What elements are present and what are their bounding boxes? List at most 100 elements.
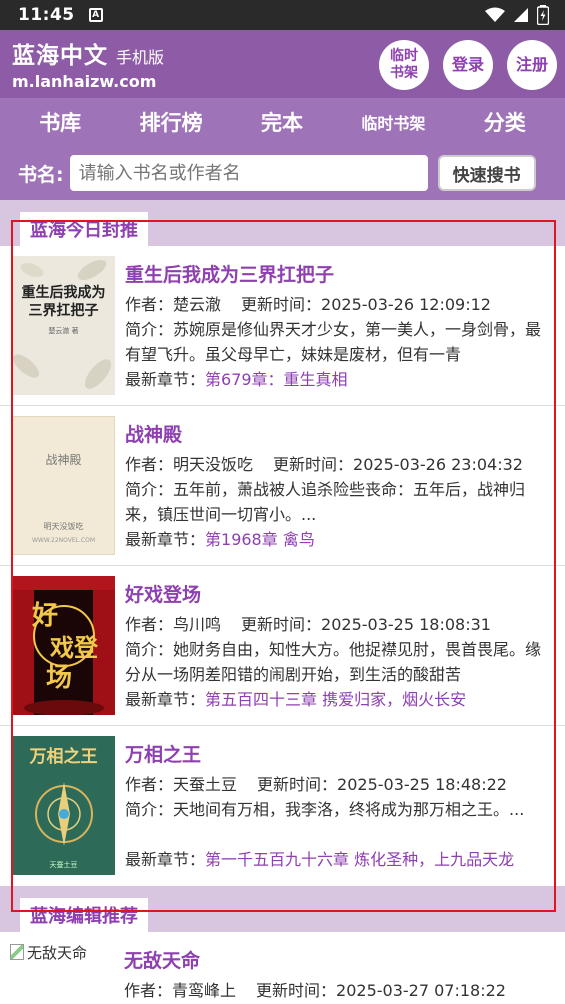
update-time: 2025-03-27 07:18:22 — [336, 981, 506, 1000]
nav-item-library[interactable]: 书库 — [39, 107, 81, 137]
book-meta: 作者：楚云澈 更新时间：2025-03-26 12:09:12 — [125, 292, 555, 317]
author-name: 天蚕土豆 — [173, 775, 238, 794]
site-domain: m.lanhaizw.com — [12, 72, 157, 91]
emblem-art — [35, 782, 93, 846]
site-header: 蓝海中文 手机版 m.lanhaizw.com 临时 书架 登录 注册 — [0, 30, 565, 98]
book-cover[interactable]: 万相之王 天蚕土豆 — [12, 736, 115, 875]
intro-label: 简介： — [125, 320, 174, 339]
section-title: 蓝海今日封推 — [20, 212, 148, 246]
latest-chapter-link[interactable]: 第五百四十三章 携爱归家，烟火长安 — [205, 690, 466, 709]
main-nav: 书库 排行榜 完本 临时书架 分类 — [0, 98, 565, 146]
book-meta: 作者：青鸾峰上 更新时间：2025-03-27 07:18:22 — [124, 978, 555, 1003]
site-brand[interactable]: 蓝海中文 手机版 m.lanhaizw.com — [12, 36, 164, 91]
update-label: 更新时间： — [241, 295, 322, 314]
update-time: 2025-03-25 18:48:22 — [337, 775, 507, 794]
update-time: 2025-03-26 12:09:12 — [321, 295, 491, 314]
cover-title: 战神殿 — [45, 453, 82, 467]
theater-art: 好 戏登 场 — [12, 576, 115, 715]
latest-chapter: 最新章节：第1968章 禽鸟 — [125, 527, 555, 552]
book-intro: 简介：五年前，萧战被人追杀险些丧命：五年后，战神归来，镇压世间一切宵小。... — [125, 477, 555, 527]
latest-chapter: 最新章节：第五百四十三章 携爱归家，烟火长安 — [125, 687, 555, 712]
author-name: 楚云澈 — [173, 295, 222, 314]
cover-author: 明天没饭吃 — [43, 522, 84, 531]
author-label: 作者： — [125, 775, 174, 794]
book-item[interactable]: 好 戏登 场 好戏登场 作者：鸟川鸣 更新时间：2025-03-25 18:08:… — [0, 566, 565, 726]
book-item[interactable]: 万相之王 天蚕土豆 万相之王 作者：天蚕土豆 更新时间：2025-03-25 18… — [0, 726, 565, 886]
author-label: 作者： — [125, 455, 174, 474]
temp-bookshelf-label: 临时 书架 — [390, 48, 418, 81]
book-item[interactable]: 战神殿 明天没饭吃 WWW.22NOVEL.COM 战神殿 作者：明天没饭吃 更新… — [0, 406, 565, 566]
book-title[interactable]: 无敌天命 — [124, 946, 555, 972]
intro-text: 天地间有万相，我李洛，终将成为那万相之王。... — [173, 800, 525, 819]
search-bar: 书名: 快速搜书 — [0, 146, 565, 200]
cover-author: 楚云澈 著 — [48, 327, 79, 335]
search-input[interactable] — [69, 155, 428, 191]
quick-search-button[interactable]: 快速搜书 — [437, 155, 536, 191]
cover-char: 好 — [31, 601, 58, 631]
intro-text: 她财务自由，知性大方。他捉襟见肘，畏首畏尾。缘分从一场阴差阳错的闹剧开始，到生活… — [125, 640, 542, 684]
latest-label: 最新章节： — [125, 690, 206, 709]
author-name: 鸟川鸣 — [173, 615, 222, 634]
latest-label: 最新章节： — [125, 370, 206, 389]
intro-text: 五年前，萧战被人追杀险些丧命：五年后，战神归来，镇压世间一切宵小。... — [125, 480, 526, 524]
book-item[interactable]: 重生后我成为三界扛把子 楚云澈 著 重生后我成为三界扛把子 作者：楚云澈 更新时间… — [0, 246, 565, 406]
nav-item-categories[interactable]: 分类 — [484, 107, 526, 137]
latest-chapter-link[interactable]: 第一千五百九十六章 炼化圣种，上九品天龙 — [205, 850, 514, 869]
update-label: 更新时间： — [273, 455, 354, 474]
book-meta: 作者：天蚕土豆 更新时间：2025-03-25 18:48:22 — [125, 772, 555, 797]
book-item[interactable]: 无敌天命 无敌天命 作者：青鸾峰上 更新时间：2025-03-27 07:18:2… — [0, 932, 565, 1004]
author-label: 作者： — [124, 981, 173, 1000]
book-title[interactable]: 好戏登场 — [125, 580, 555, 606]
nav-item-temp-bookshelf[interactable]: 临时书架 — [361, 110, 425, 134]
cover-url: WWW.22NOVEL.COM — [32, 537, 95, 544]
book-cover[interactable]: 重生后我成为三界扛把子 楚云澈 著 — [12, 256, 115, 395]
site-name: 蓝海中文 — [12, 43, 108, 69]
nav-item-ranking[interactable]: 排行榜 — [140, 107, 203, 137]
battery-icon — [537, 5, 549, 25]
temp-bookshelf-button[interactable]: 临时 书架 — [379, 40, 429, 90]
cover-title: 重生后我成为三界扛把子 — [21, 285, 106, 319]
update-label: 更新时间： — [256, 981, 337, 1000]
author-label: 作者： — [125, 615, 174, 634]
update-time: 2025-03-25 18:08:31 — [321, 615, 491, 634]
author-label: 作者： — [125, 295, 174, 314]
section-header: 蓝海今日封推 — [0, 200, 565, 246]
latest-chapter-link[interactable]: 第1968章 禽鸟 — [205, 530, 315, 549]
status-bar: 11:45 A — [0, 0, 565, 30]
book-cover[interactable]: 无敌天命 — [10, 942, 118, 1004]
clock: 11:45 — [18, 5, 75, 25]
login-button[interactable]: 登录 — [443, 40, 493, 90]
book-cover[interactable]: 好 戏登 场 — [12, 576, 115, 715]
book-title[interactable]: 重生后我成为三界扛把子 — [125, 260, 555, 286]
book-intro: 简介：天地间有万相，我李洛，终将成为那万相之王。... — [125, 797, 555, 847]
cover-char: 场 — [46, 663, 72, 693]
section-title: 蓝海编辑推荐 — [20, 898, 148, 932]
latest-label: 最新章节： — [125, 850, 206, 869]
intro-label: 简介： — [125, 640, 174, 659]
cover-alt-text: 无敌天命 — [27, 944, 88, 962]
update-label: 更新时间： — [257, 775, 338, 794]
notification-icon: A — [88, 8, 103, 22]
intro-label: 简介： — [125, 480, 174, 499]
intro-text: 苏婉原是修仙界天才少女，第一美人，一身剑骨，最有望飞升。虽父母早亡，妹妹是废材，… — [125, 320, 542, 364]
nav-item-completed[interactable]: 完本 — [261, 107, 303, 137]
wifi-icon — [485, 7, 505, 22]
book-cover[interactable]: 战神殿 明天没饭吃 WWW.22NOVEL.COM — [12, 416, 115, 555]
search-label: 书名: — [18, 163, 64, 186]
book-intro: 简介：她财务自由，知性大方。他捉襟见肘，畏首畏尾。缘分从一场阴差阳错的闹剧开始，… — [125, 637, 555, 687]
book-meta: 作者：明天没饭吃 更新时间：2025-03-26 23:04:32 — [125, 452, 555, 477]
author-name: 明天没饭吃 — [173, 455, 254, 474]
register-button[interactable]: 注册 — [507, 40, 557, 90]
cover-char: 戏登 — [49, 633, 99, 662]
book-title[interactable]: 万相之王 — [125, 740, 555, 766]
book-intro: 简介：苏婉原是修仙界天才少女，第一美人，一身剑骨，最有望飞升。虽父母早亡，妹妹是… — [125, 317, 555, 367]
section-header: 蓝海编辑推荐 — [0, 886, 565, 932]
book-title[interactable]: 战神殿 — [125, 420, 555, 446]
latest-chapter: 最新章节：第679章：重生真相 — [125, 367, 555, 392]
update-label: 更新时间： — [241, 615, 322, 634]
book-meta: 作者：鸟川鸣 更新时间：2025-03-25 18:08:31 — [125, 612, 555, 637]
intro-label: 简介： — [125, 800, 174, 819]
latest-chapter-link[interactable]: 第679章：重生真相 — [205, 370, 348, 389]
signal-icon — [514, 8, 528, 22]
latest-label: 最新章节： — [125, 530, 206, 549]
